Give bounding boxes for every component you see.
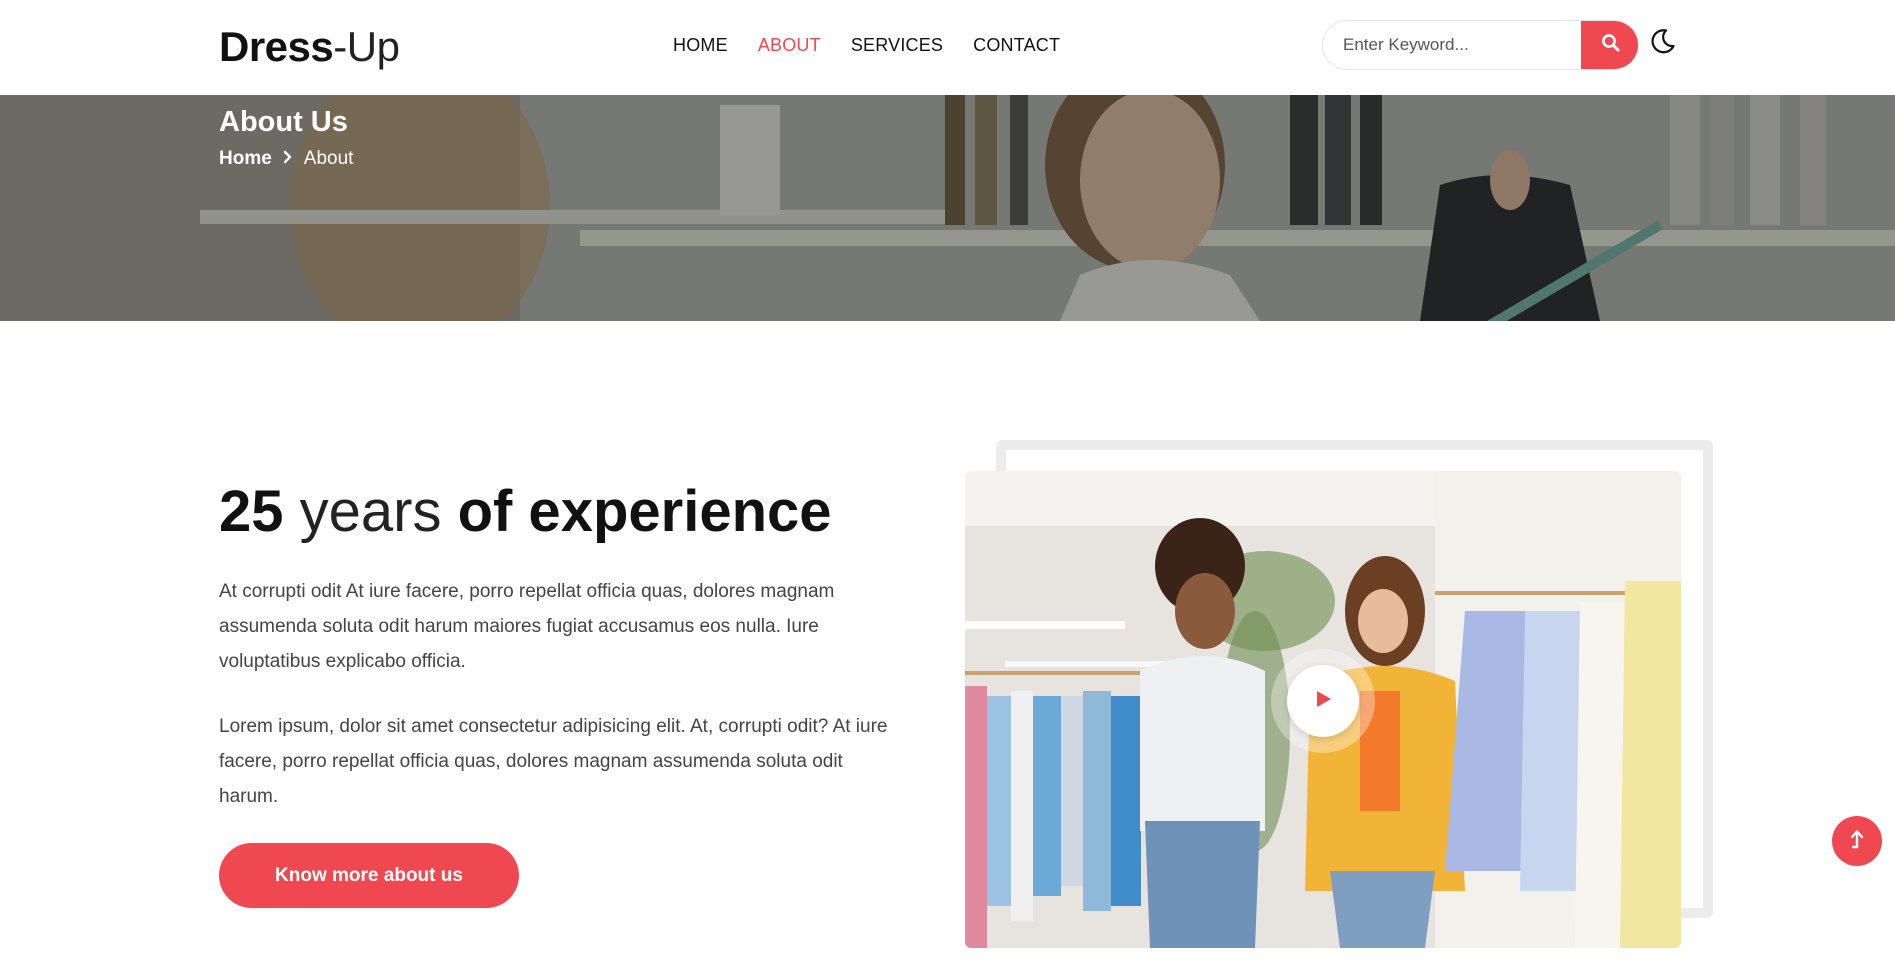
- arrow-up-icon: [1847, 828, 1867, 855]
- headline-number: 25: [219, 479, 284, 544]
- headline-end: of experience: [457, 479, 832, 544]
- about-paragraph-1: At corrupti odit At iure facere, porro r…: [219, 581, 835, 672]
- breadcrumb: Home About: [219, 147, 353, 171]
- nav-item-services[interactable]: SERVICES: [851, 33, 943, 57]
- play-video-button[interactable]: [1287, 665, 1359, 737]
- chevron-right-icon: [282, 147, 294, 171]
- search-input[interactable]: [1323, 21, 1581, 69]
- nav-item-contact[interactable]: CONTACT: [973, 33, 1060, 57]
- logo-light-text: -Up: [333, 23, 400, 70]
- nav-item-home[interactable]: HOME: [673, 33, 728, 57]
- page-banner: About Us Home About: [0, 95, 1895, 321]
- logo-bold-text: Dress: [219, 23, 334, 70]
- search-button[interactable]: [1581, 21, 1638, 69]
- main-nav: HOME ABOUT SERVICES CONTACT: [673, 33, 1060, 57]
- site-header: Dress-Up HOME ABOUT SERVICES CONTACT: [0, 0, 1895, 95]
- experience-headline: 25 years of experience: [219, 477, 832, 547]
- know-more-button[interactable]: Know more about us: [219, 843, 519, 908]
- theme-toggle-button[interactable]: [1648, 28, 1678, 58]
- search-box: [1322, 20, 1639, 70]
- breadcrumb-current: About: [303, 148, 354, 169]
- play-icon: [1312, 688, 1334, 715]
- page-title: About Us: [219, 106, 348, 138]
- about-paragraph-2: Lorem ipsum, dolor sit amet consectetur …: [219, 716, 888, 807]
- nav-item-about[interactable]: ABOUT: [758, 33, 821, 57]
- headline-mid: years: [283, 479, 458, 544]
- breadcrumb-home-link[interactable]: Home: [219, 147, 272, 171]
- moon-icon: [1649, 27, 1677, 60]
- site-logo[interactable]: Dress-Up: [219, 22, 400, 72]
- search-icon: [1601, 33, 1621, 58]
- back-to-top-button[interactable]: [1832, 816, 1882, 866]
